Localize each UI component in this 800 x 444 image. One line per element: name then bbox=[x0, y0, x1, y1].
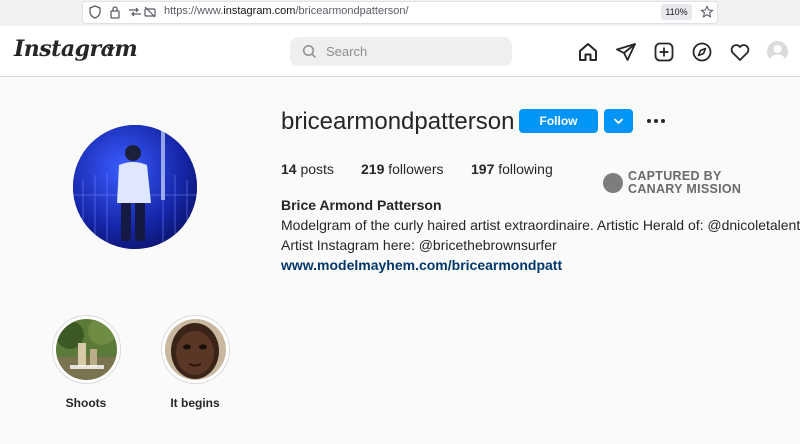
bookmark-star-icon[interactable] bbox=[700, 5, 714, 19]
instagram-header: Instagram bbox=[0, 26, 800, 77]
zoom-badge[interactable]: 110% bbox=[661, 4, 692, 20]
watermark-line2: CANARY MISSION bbox=[628, 182, 742, 196]
highlight-cover bbox=[52, 315, 121, 384]
canary-bird-icon bbox=[603, 173, 623, 193]
following-count: 197 bbox=[471, 161, 495, 177]
more-options-icon[interactable] bbox=[645, 114, 667, 128]
canary-mission-watermark: CAPTURED BY CANARY MISSION bbox=[598, 167, 741, 200]
direct-message-icon[interactable] bbox=[615, 41, 637, 63]
chevron-down-icon[interactable] bbox=[106, 44, 116, 54]
highlight-shoots[interactable]: Shoots bbox=[43, 315, 129, 425]
profile-picture[interactable] bbox=[73, 125, 197, 249]
followers-count: 219 bbox=[361, 161, 385, 177]
profile-website-link[interactable]: www.modelmayhem.com/bricearmondpatt bbox=[281, 257, 562, 273]
url-host: instagram.com bbox=[223, 5, 296, 17]
outdoor-photo-image bbox=[56, 319, 117, 380]
following-label: following bbox=[498, 161, 553, 177]
instagram-logo[interactable]: Instagram bbox=[14, 36, 138, 62]
default-avatar-icon bbox=[770, 45, 785, 62]
search-box bbox=[290, 37, 512, 66]
watermark-text: CAPTURED BY CANARY MISSION bbox=[628, 170, 741, 196]
search-input[interactable] bbox=[326, 40, 496, 63]
bio-line-2: Artist Instagram here: @bricethebrownsur… bbox=[281, 237, 557, 253]
url-path: /bricearmondpatterson/ bbox=[295, 5, 409, 17]
highlight-label: Shoots bbox=[65, 396, 107, 410]
followers-stat[interactable]: 219 followers bbox=[361, 161, 444, 177]
bio-line-1: Modelgram of the curly haired artist ext… bbox=[281, 217, 800, 233]
chevron-down-icon bbox=[613, 118, 624, 125]
profile-full-name: Brice Armond Patterson bbox=[281, 197, 442, 213]
posts-count: 14 bbox=[281, 161, 297, 177]
following-stat[interactable]: 197 following bbox=[471, 161, 553, 177]
highlight-it-begins[interactable]: It begins bbox=[152, 315, 238, 425]
suggested-accounts-button[interactable] bbox=[604, 109, 633, 133]
profile-avatar-button[interactable] bbox=[767, 41, 788, 62]
highlight-cover bbox=[161, 315, 230, 384]
explore-compass-icon[interactable] bbox=[691, 41, 713, 63]
home-icon[interactable] bbox=[577, 41, 599, 63]
camera-blocked-icon[interactable] bbox=[143, 5, 157, 19]
profile-photo-image bbox=[73, 125, 197, 249]
posts-stat: 14 posts bbox=[281, 161, 334, 177]
follow-button[interactable]: Follow bbox=[519, 109, 598, 133]
profile-username: bricearmondpatterson bbox=[281, 108, 515, 135]
browser-toolbar: https://www.instagram.com/bricearmondpat… bbox=[0, 0, 800, 26]
search-icon bbox=[302, 44, 317, 59]
lock-icon[interactable] bbox=[108, 5, 122, 19]
highlight-image bbox=[56, 319, 117, 380]
permissions-icon[interactable] bbox=[128, 5, 142, 19]
followers-label: followers bbox=[388, 161, 444, 177]
highlight-label: It begins bbox=[170, 396, 220, 410]
activity-heart-icon[interactable] bbox=[729, 41, 751, 63]
highlight-image bbox=[165, 319, 226, 380]
url-text[interactable]: https://www.instagram.com/bricearmondpat… bbox=[164, 5, 409, 17]
posts-label: posts bbox=[300, 161, 334, 177]
face-photo-image bbox=[165, 319, 226, 380]
new-post-icon[interactable] bbox=[653, 41, 675, 63]
url-prefix: https://www. bbox=[164, 5, 224, 17]
shield-icon[interactable] bbox=[88, 5, 102, 19]
